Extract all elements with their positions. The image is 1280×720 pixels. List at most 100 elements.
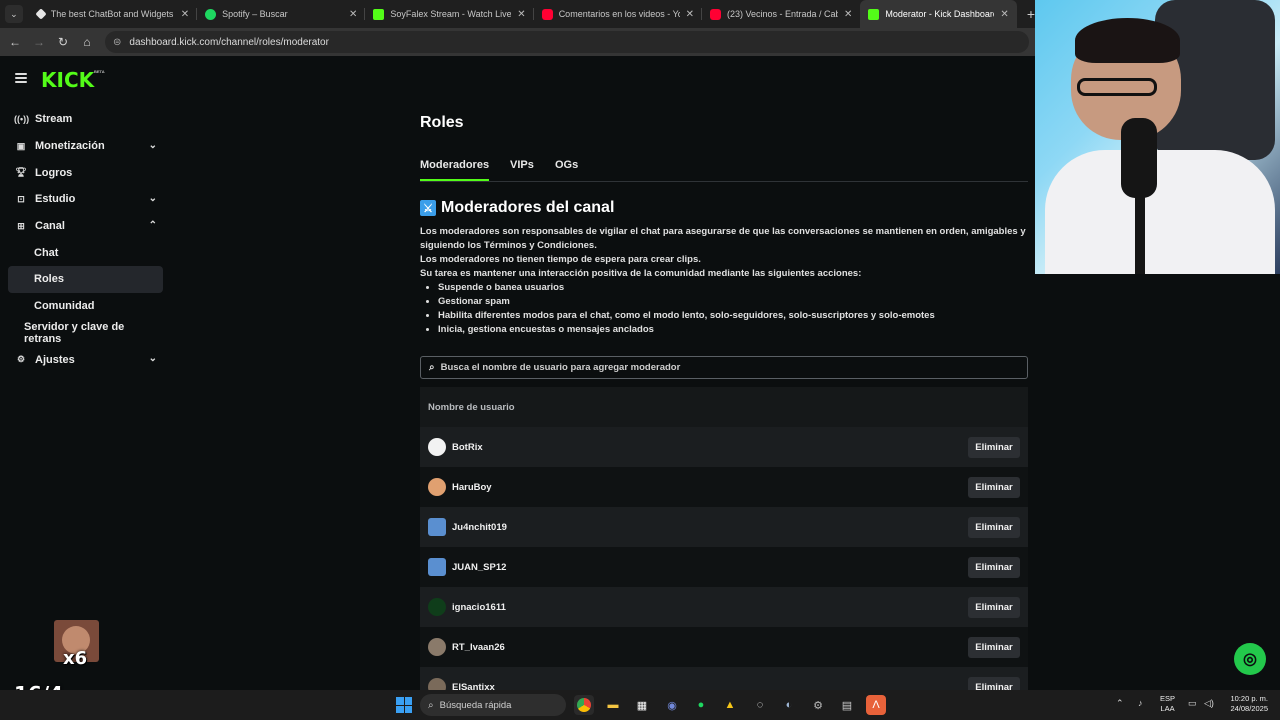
network-icon[interactable]: ▭	[1188, 698, 1197, 709]
home-icon[interactable]: ⌂	[75, 35, 99, 49]
sidebar-item-label: Logros	[35, 166, 73, 179]
username[interactable]: JUAN_SP12	[452, 562, 506, 573]
remove-button[interactable]: Eliminar	[968, 557, 1020, 578]
store-icon[interactable]: ▦	[632, 695, 652, 715]
chrome-icon[interactable]	[574, 695, 594, 715]
studio-icon: ⊡	[17, 193, 25, 204]
browser-tab[interactable]: Comentarios en los videos - Yo ✕	[534, 0, 702, 28]
folder-icon[interactable]: ▬	[603, 695, 623, 715]
chevron-up-icon: ⌃	[148, 219, 157, 231]
keyboard-language[interactable]: ESP LAA	[1160, 694, 1175, 714]
discord-icon[interactable]: ◉	[662, 695, 682, 715]
sidebar-item-comunidad[interactable]: Comunidad	[8, 293, 163, 320]
sidebar-item-logros[interactable]: 🏆︎ Logros	[8, 159, 163, 186]
tab-title: The best ChatBot and Widgets	[50, 9, 174, 19]
windows-start-icon[interactable]	[396, 697, 412, 713]
sidebar-item-servidor[interactable]: Servidor y clave de retrans	[8, 320, 163, 347]
spotify-icon[interactable]: ●	[691, 695, 711, 715]
kick-icon	[868, 8, 880, 20]
sidebar-item-ajustes[interactable]: ⚙ Ajustes ⌄	[8, 346, 163, 373]
tab-vips[interactable]: VIPs	[510, 159, 534, 171]
remove-button[interactable]: Eliminar	[968, 597, 1020, 618]
close-icon[interactable]: ✕	[517, 9, 525, 20]
volume-icon[interactable]: ◁)	[1204, 698, 1214, 709]
remove-button[interactable]: Eliminar	[968, 437, 1020, 458]
tab-title: Comentarios en los videos - Yo	[558, 9, 680, 19]
section-title-text: Moderadores del canal	[441, 199, 615, 216]
browser-tab-active[interactable]: Moderator - Kick Dashboard ✕	[860, 0, 1017, 28]
steam-icon[interactable]: ◐	[779, 695, 799, 715]
trophy-icon: 🏆︎	[15, 167, 27, 178]
browser-tab[interactable]: (23) Vecinos - Entrada / Cabezo ✕	[702, 0, 860, 28]
clock[interactable]: 10:20 p. m. 24/08/2025	[1222, 694, 1268, 714]
sidebar-item-label: Roles	[34, 273, 64, 286]
sidebar-item-label: Servidor y clave de retrans	[24, 320, 125, 345]
kick-dashboard: KICK BETA ((•)) Stream ▣ Monetización ⌄ 🏆︎ L…	[0, 56, 1035, 707]
taskbar-search[interactable]: ⌕ Búsqueda rápida	[420, 694, 566, 716]
address-bar[interactable]: ⊜ dashboard.kick.com/channel/roles/moder…	[105, 31, 1029, 53]
close-icon[interactable]: ✕	[844, 9, 852, 20]
close-icon[interactable]: ✕	[1000, 9, 1008, 20]
beta-badge: BETA	[94, 69, 105, 74]
moderators-table: Nombre de usuario BotRix Eliminar HaruBo…	[420, 387, 1028, 707]
close-icon[interactable]: ✕	[181, 9, 189, 20]
tab-moderadores[interactable]: Moderadores	[420, 159, 490, 181]
sidebar-item-label: Estudio	[35, 193, 76, 206]
sidebar-item-estudio[interactable]: ⊡ Estudio ⌄	[8, 186, 163, 213]
moderator-search-input[interactable]: ⌕ Busca el nombre de usuario para agrega…	[420, 356, 1028, 379]
menu-icon[interactable]	[15, 73, 27, 83]
calculator-icon[interactable]: ▤	[837, 695, 857, 715]
browser-tab[interactable]: SoyFalex Stream - Watch Live o ✕	[365, 0, 534, 28]
forward-icon[interactable]: →	[27, 35, 51, 49]
settings-icon[interactable]: ⚙	[808, 695, 828, 715]
sidebar-item-chat[interactable]: Chat	[8, 239, 163, 266]
sidebar-item-label: Stream	[35, 113, 73, 126]
url-text: dashboard.kick.com/channel/roles/moderat…	[129, 36, 329, 48]
app-icon[interactable]: Λ	[866, 695, 886, 715]
description-paragraph: Los moderadores son responsables de vigi…	[420, 226, 1026, 251]
chevron-down-icon: ⌄	[148, 353, 157, 365]
mic-arm-shape	[1135, 195, 1145, 274]
microphone-icon[interactable]: ♪	[1138, 698, 1143, 708]
sidebar: ((•)) Stream ▣ Monetización ⌄ 🏆︎ Logros ⊡ Est…	[8, 106, 163, 373]
username[interactable]: Ju4nchit019	[452, 522, 507, 533]
browser-tab[interactable]: The best ChatBot and Widgets ✕	[29, 0, 198, 28]
table-row: Ju4nchit019 Eliminar	[420, 507, 1028, 547]
description-paragraph: Su tarea es mantener una interacción pos…	[420, 268, 862, 279]
site-info-icon[interactable]: ⊜	[113, 37, 121, 48]
youtube-icon	[541, 8, 553, 20]
sidebar-item-stream[interactable]: ((•)) Stream	[8, 106, 163, 133]
back-icon[interactable]: ←	[3, 35, 27, 49]
remove-button[interactable]: Eliminar	[968, 477, 1020, 498]
close-icon[interactable]: ✕	[686, 9, 694, 20]
chevron-down-icon: ⌄	[148, 193, 157, 205]
glasses-shape	[1077, 78, 1157, 96]
sidebar-item-canal[interactable]: ⊞ Canal ⌃	[8, 213, 163, 240]
sidebar-item-label: Comunidad	[34, 300, 95, 313]
warning-icon[interactable]: ▲	[720, 695, 740, 715]
username[interactable]: HaruBoy	[452, 482, 492, 493]
username[interactable]: RT_Ivaan26	[452, 642, 505, 653]
username[interactable]: ignacio1611	[452, 602, 506, 613]
sidebar-item-roles[interactable]: Roles	[8, 266, 163, 293]
tab-search-button[interactable]: ⌄	[5, 5, 23, 23]
support-chat-button[interactable]: ◎	[1234, 643, 1266, 675]
close-icon[interactable]: ✕	[349, 9, 357, 20]
sidebar-item-monetizacion[interactable]: ▣ Monetización ⌄	[8, 133, 163, 160]
new-tab-button[interactable]: +	[1027, 6, 1035, 22]
search-icon: ⌕	[429, 362, 435, 373]
chevron-up-icon[interactable]: ⌃	[1116, 698, 1124, 709]
lang-code: ESP	[1160, 694, 1176, 703]
browser-tab[interactable]: Spotify – Buscar ✕	[197, 0, 366, 28]
kick-icon	[373, 8, 385, 20]
kick-logo[interactable]: KICK	[41, 68, 94, 92]
sidebar-item-label: Monetización	[35, 140, 105, 153]
remove-button[interactable]: Eliminar	[968, 517, 1020, 538]
reload-icon[interactable]: ↻	[51, 35, 75, 49]
obs-icon[interactable]: ◌	[750, 695, 770, 715]
username[interactable]: BotRix	[452, 442, 483, 453]
remove-button[interactable]: Eliminar	[968, 637, 1020, 658]
tab-ogs[interactable]: OGs	[555, 159, 578, 171]
section-title: ⚔ Moderadores del canal	[420, 199, 614, 217]
column-header-username: Nombre de usuario	[428, 401, 515, 413]
